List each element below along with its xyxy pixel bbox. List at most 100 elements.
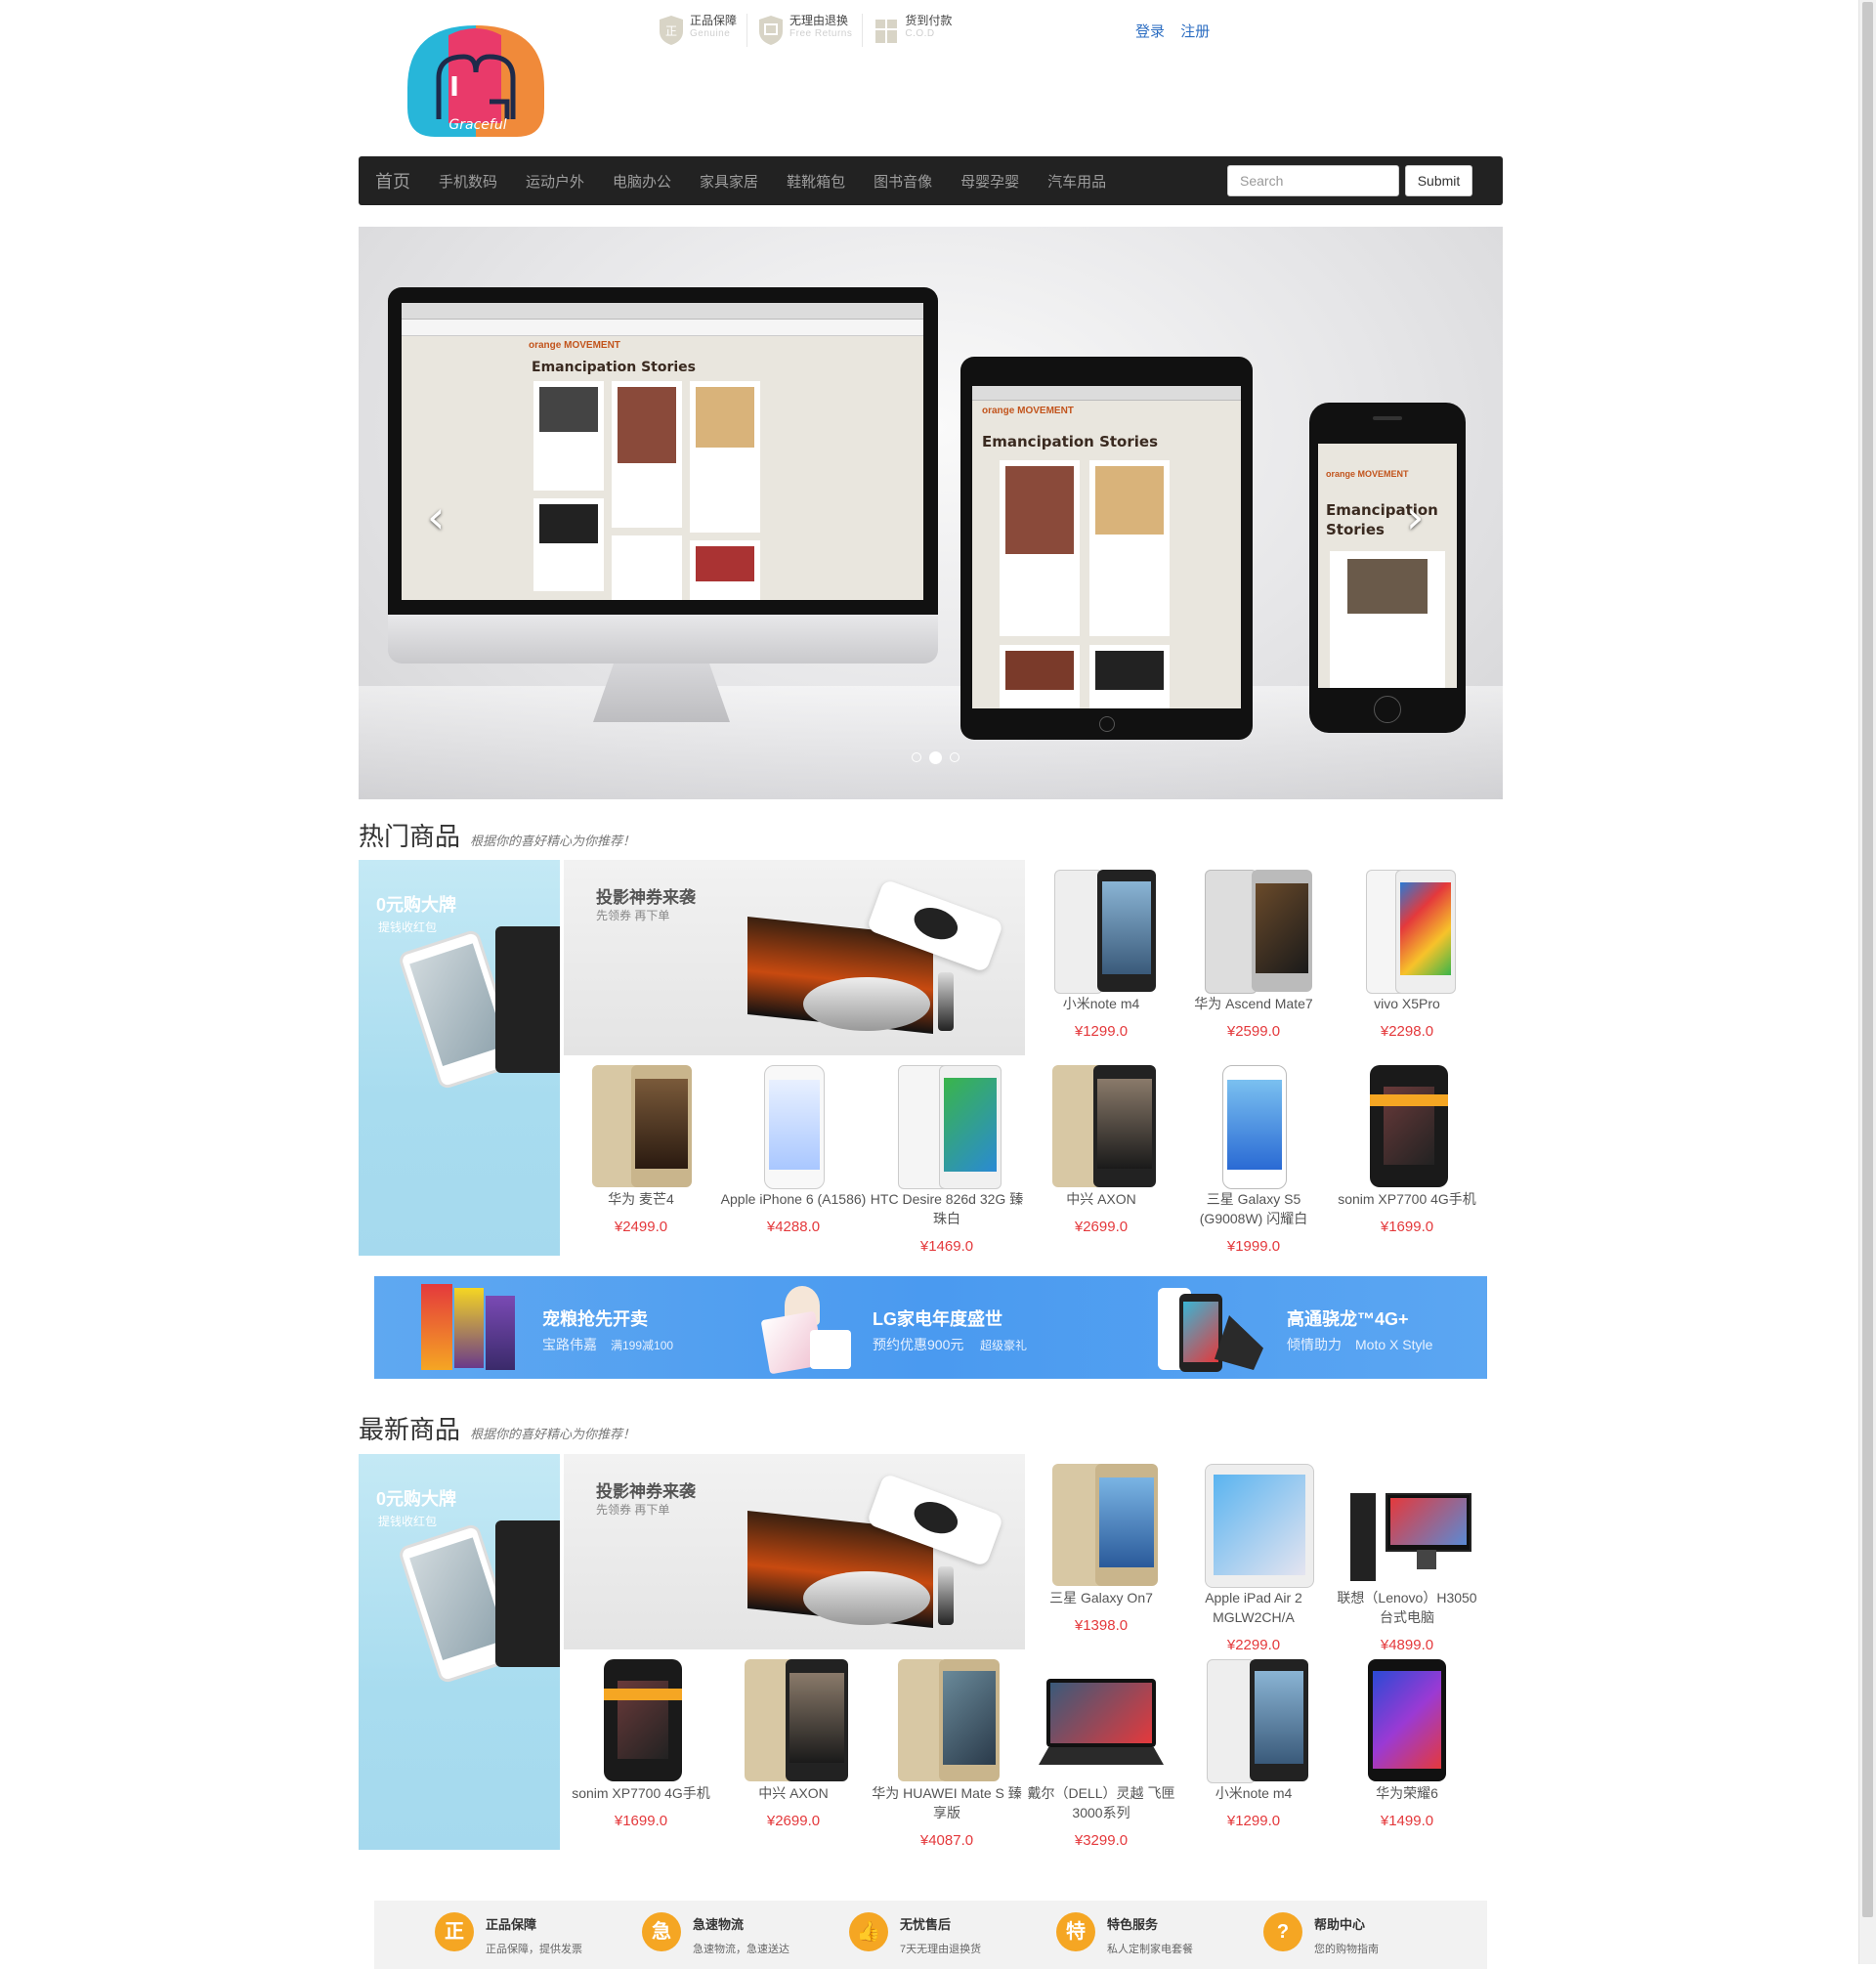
product-image[interactable]: [1358, 1659, 1456, 1781]
service-title: 无忧售后: [900, 1917, 952, 1932]
banner-title: LG家电年度盛世: [873, 1309, 1002, 1329]
product-price: ¥1299.0: [1074, 1023, 1129, 1040]
product-image[interactable]: [1052, 1065, 1156, 1187]
carousel-dot-active[interactable]: [929, 751, 942, 764]
product-image[interactable]: [898, 1659, 1000, 1781]
product-image[interactable]: [1205, 1659, 1308, 1783]
service-help[interactable]: ? 帮助中心 您的购物指南: [1263, 1912, 1379, 1956]
product-price: ¥3299.0: [1074, 1832, 1129, 1849]
product-image[interactable]: [1205, 870, 1312, 994]
product-name[interactable]: 小米note m4: [1176, 1783, 1331, 1803]
carousel-prev-arrow[interactable]: ‹: [427, 491, 445, 543]
product-card[interactable]: 联想（Lenovo）H3050 台式电脑 ¥4899.0: [1330, 1464, 1484, 1653]
product-card[interactable]: 中兴 AXON ¥2699.0: [1024, 1065, 1178, 1235]
product-name[interactable]: 联想（Lenovo）H3050 台式电脑: [1330, 1588, 1484, 1627]
product-image[interactable]: [1358, 1065, 1456, 1187]
product-card[interactable]: HTC Desire 826d 32G 臻珠白 ¥1469.0: [870, 1065, 1024, 1255]
product-price: ¥2699.0: [766, 1813, 821, 1829]
product-name[interactable]: sonim XP7700 4G手机: [564, 1783, 718, 1803]
product-card[interactable]: vivo X5Pro ¥2298.0: [1330, 870, 1484, 1040]
product-image[interactable]: [1205, 1464, 1314, 1588]
product-card[interactable]: 三星 Galaxy S5 (G9008W) 闪耀白 ¥1999.0: [1176, 1065, 1331, 1255]
banner-lg-appliance[interactable]: LG家电年度盛世 预约优惠900元 超级豪礼: [746, 1276, 1117, 1379]
product-image[interactable]: [1039, 1659, 1164, 1781]
product-image[interactable]: [1358, 870, 1456, 994]
projector-promo-banner[interactable]: 投影神券来袭 先领券 再下单: [564, 1454, 1025, 1649]
login-link[interactable]: 登录: [1135, 23, 1165, 40]
product-card[interactable]: 华为 Ascend Mate7 ¥2599.0: [1176, 870, 1331, 1040]
nav-item-auto[interactable]: 汽车用品: [1032, 171, 1119, 192]
product-price: ¥4899.0: [1380, 1637, 1434, 1653]
carousel-next-arrow[interactable]: ›: [1406, 491, 1424, 543]
product-image[interactable]: [592, 1065, 692, 1187]
projector-promo-banner[interactable]: 投影神券来袭 先领券 再下单: [564, 860, 1025, 1055]
nav-item-books-media[interactable]: 图书音像: [858, 171, 945, 192]
product-card[interactable]: 小米note m4 ¥1299.0: [1024, 870, 1178, 1040]
promo-left-banner[interactable]: 0元购大牌 提钱收红包: [359, 860, 560, 1256]
product-name[interactable]: Apple iPhone 6 (A1586): [716, 1189, 871, 1209]
register-link[interactable]: 注册: [1180, 23, 1210, 40]
site-logo[interactable]: Graceful: [400, 18, 552, 145]
product-card[interactable]: 三星 Galaxy On7 ¥1398.0: [1024, 1464, 1178, 1634]
product-card[interactable]: 华为 麦芒4 ¥2499.0: [564, 1065, 718, 1235]
scrollbar-thumb[interactable]: [1862, 2, 1873, 1917]
product-image[interactable]: [745, 1659, 848, 1781]
product-image[interactable]: [1052, 870, 1156, 994]
product-name[interactable]: sonim XP7700 4G手机: [1330, 1189, 1484, 1209]
nav-item-shoes-bags[interactable]: 鞋靴箱包: [771, 171, 858, 192]
service-special[interactable]: 特 特色服务 私人定制家电套餐: [1056, 1912, 1193, 1956]
product-card[interactable]: 戴尔（DELL）灵越 飞匣3000系列 ¥3299.0: [1024, 1659, 1178, 1849]
product-name[interactable]: 华为荣耀6: [1330, 1783, 1484, 1803]
search-submit-button[interactable]: Submit: [1405, 165, 1472, 196]
product-card[interactable]: 小米note m4 ¥1299.0: [1176, 1659, 1331, 1829]
product-card[interactable]: sonim XP7700 4G手机 ¥1699.0: [564, 1659, 718, 1829]
promise-en: C.O.D: [905, 28, 935, 39]
product-name[interactable]: vivo X5Pro: [1330, 994, 1484, 1013]
product-name[interactable]: 中兴 AXON: [1024, 1189, 1178, 1209]
promo-left-banner[interactable]: 0元购大牌 提钱收红包: [359, 1454, 560, 1850]
product-name[interactable]: 三星 Galaxy On7: [1024, 1588, 1178, 1607]
banner-snapdragon[interactable]: 高通骁龙™4G+ 倾情助力 Moto X Style: [1117, 1276, 1487, 1379]
product-price: ¥4087.0: [919, 1832, 974, 1849]
product-image[interactable]: [898, 1065, 1002, 1189]
nav-home[interactable]: 首页: [359, 168, 423, 193]
product-name[interactable]: 小米note m4: [1024, 994, 1178, 1013]
nav-item-computers[interactable]: 电脑办公: [597, 171, 684, 192]
page-scrollbar[interactable]: [1858, 0, 1876, 1964]
product-image[interactable]: [745, 1065, 842, 1189]
banner-pet-food[interactable]: 宠粮抢先开卖 宝路伟嘉 满199减100: [374, 1276, 746, 1379]
product-image[interactable]: [592, 1659, 690, 1781]
product-name[interactable]: 戴尔（DELL）灵越 飞匣3000系列: [1024, 1783, 1178, 1822]
product-image[interactable]: [1052, 1464, 1158, 1586]
product-card[interactable]: 中兴 AXON ¥2699.0: [716, 1659, 871, 1829]
service-genuine[interactable]: 正 正品保障 正品保障，提供发票: [435, 1912, 582, 1956]
service-shipping[interactable]: 急 急速物流 急速物流，急速送达: [642, 1912, 789, 1956]
service-aftersales[interactable]: 👍 无忧售后 7天无理由退换货: [849, 1912, 981, 1956]
product-name[interactable]: 华为 Ascend Mate7: [1176, 994, 1331, 1013]
product-price: ¥2699.0: [1074, 1219, 1129, 1235]
nav-item-home-furnishing[interactable]: 家具家居: [684, 171, 771, 192]
carousel-dot[interactable]: [950, 752, 959, 762]
search-input[interactable]: [1227, 165, 1399, 196]
product-name[interactable]: HTC Desire 826d 32G 臻珠白: [870, 1189, 1024, 1228]
carousel-dot[interactable]: [912, 752, 921, 762]
product-card[interactable]: sonim XP7700 4G手机 ¥1699.0: [1330, 1065, 1484, 1235]
product-name[interactable]: 三星 Galaxy S5 (G9008W) 闪耀白: [1176, 1189, 1331, 1228]
nav-item-sports[interactable]: 运动户外: [510, 171, 597, 192]
nav-item-baby[interactable]: 母婴孕婴: [945, 171, 1032, 192]
product-card[interactable]: 华为荣耀6 ¥1499.0: [1330, 1659, 1484, 1829]
product-name[interactable]: 华为 HUAWEI Mate S 臻享版: [870, 1783, 1024, 1822]
nav-item-phones[interactable]: 手机数码: [423, 171, 510, 192]
promo-top-title: 投影神券来袭: [596, 1482, 696, 1501]
cod-gift-icon: [875, 20, 898, 43]
product-name[interactable]: Apple iPad Air 2 MGLW2CH/A: [1176, 1588, 1331, 1627]
product-name[interactable]: 中兴 AXON: [716, 1783, 871, 1803]
service-sub: 急速物流，急速送达: [693, 1944, 789, 1955]
hero-carousel[interactable]: orange MOVEMENT Emancipation Stories ora…: [359, 227, 1503, 799]
product-image[interactable]: [1350, 1464, 1471, 1586]
product-card[interactable]: Apple iPhone 6 (A1586) ¥4288.0: [716, 1065, 871, 1235]
product-image[interactable]: [1205, 1065, 1302, 1189]
product-card[interactable]: 华为 HUAWEI Mate S 臻享版 ¥4087.0: [870, 1659, 1024, 1849]
product-name[interactable]: 华为 麦芒4: [564, 1189, 718, 1209]
product-card[interactable]: Apple iPad Air 2 MGLW2CH/A ¥2299.0: [1176, 1464, 1331, 1653]
